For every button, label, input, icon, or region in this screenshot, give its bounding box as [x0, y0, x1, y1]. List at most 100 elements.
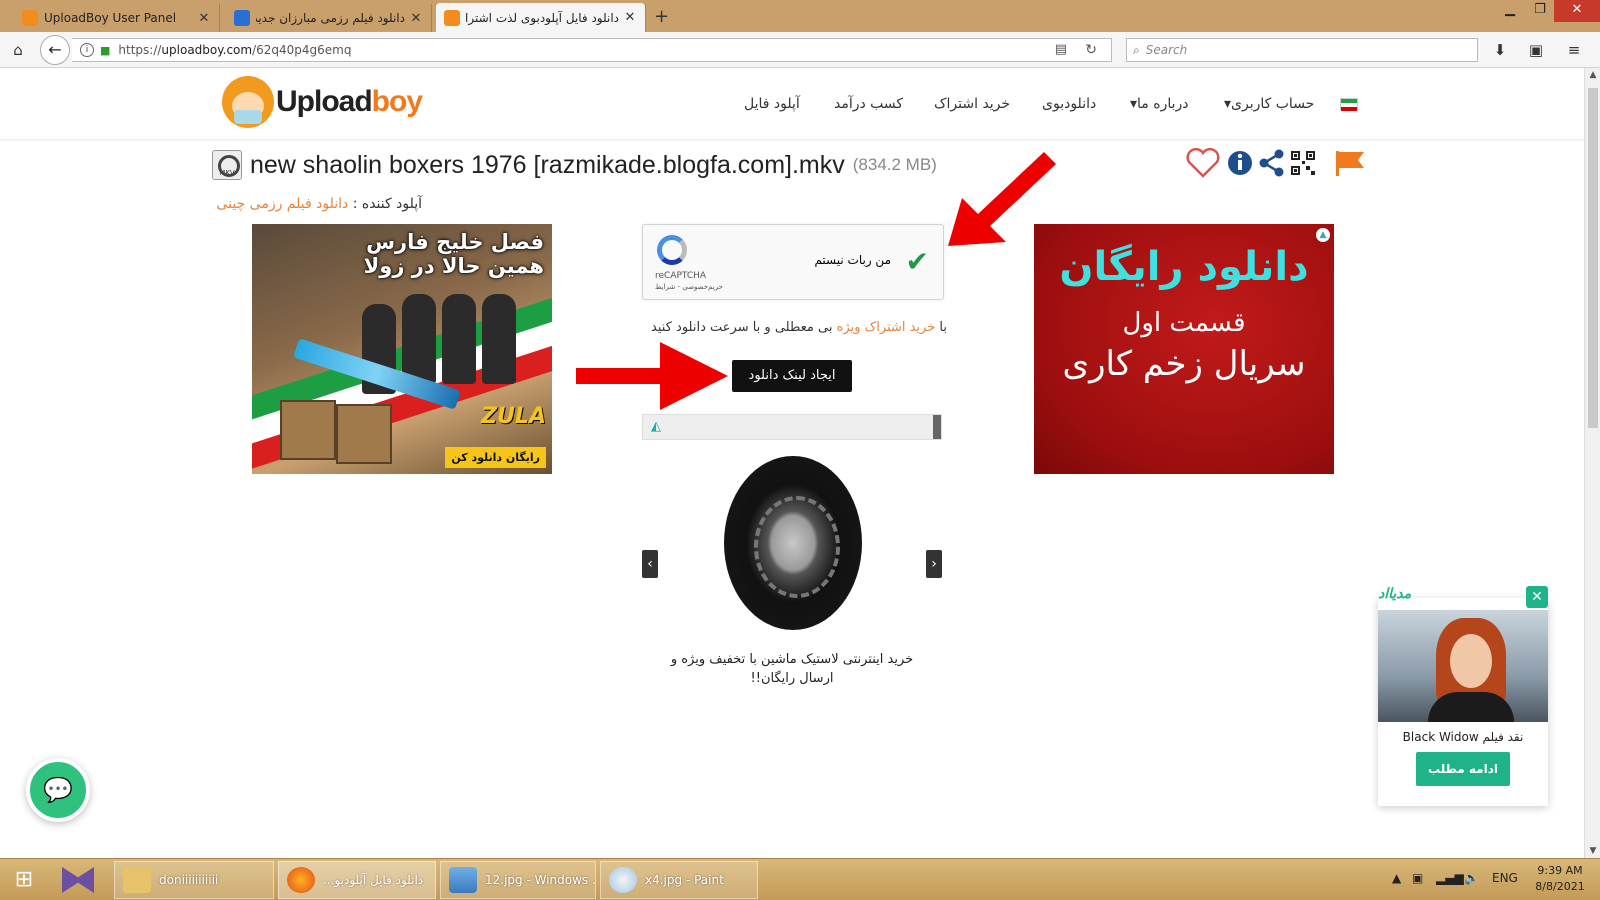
reader-view-icon[interactable]: ▤ [1055, 42, 1067, 57]
ad-banner-strip[interactable]: ◭ [642, 414, 942, 440]
menu-upload-file[interactable]: آپلود فایل [744, 96, 800, 112]
share-icon [1259, 149, 1284, 177]
tab-label: UploadBoy User Panel [44, 11, 177, 25]
zula-game-ad[interactable]: فصل خلیج فارس همین حالا در زولا ZULA رای… [252, 224, 552, 474]
tab-download-page[interactable]: دانلود فایل آپلودبوی لذت اشترا ✕ [436, 3, 646, 32]
uploadboy-favicon-icon [444, 9, 460, 26]
close-tab-icon[interactable]: ✕ [409, 11, 423, 26]
action-center-icon[interactable]: ▣ [1412, 871, 1423, 885]
taskbar-item-paint[interactable]: x4.jpg - Paint [600, 861, 758, 899]
qr-code-icon [1291, 151, 1315, 175]
url-text: https://uploadboy.com/62q40p4g6emq [118, 43, 352, 57]
search-input[interactable]: ⌕ Search [1126, 38, 1478, 62]
close-tab-icon[interactable]: ✕ [197, 11, 211, 26]
share-button[interactable] [1258, 148, 1286, 178]
tab-label: دانلود فیلم رزمی مبارزان جدید [256, 11, 405, 25]
uploadboy-favicon-icon [22, 10, 38, 26]
scroll-up-icon[interactable]: ▲ [1585, 70, 1600, 80]
firefox-icon [287, 867, 315, 893]
network-icon[interactable]: ▂▄▆ [1436, 871, 1464, 885]
vip-subscription-text: با خرید اشتراک ویژه بی معطلی و با سرعت د… [651, 320, 947, 335]
system-clock[interactable]: 9:39 AM 8/8/2021 [1528, 863, 1592, 895]
site-logo[interactable]: Uploadboy [222, 76, 423, 128]
series-ad[interactable]: ▲ دانلود رایگان قسمت اول سریال زخم کاری [1034, 224, 1334, 474]
tire-ad-carousel: ‹ › خرید اینترنتی لاستیک ماشین با تخفیف … [642, 450, 942, 710]
window-close-button[interactable]: ✕ [1554, 0, 1600, 22]
recaptcha-terms[interactable]: حریم‌خصوصی - شرایط [655, 283, 723, 291]
file-name: new shaolin boxers 1976 [razmikade.blogf… [250, 150, 845, 179]
visual-studio-icon[interactable] [62, 867, 94, 893]
checkmark-icon[interactable]: ✔ [906, 245, 929, 278]
blog-favicon-icon [234, 10, 250, 26]
close-icon[interactable]: ✕ [1526, 586, 1548, 608]
sidebar-icon[interactable]: ▣ [1524, 38, 1548, 62]
menu-user-account[interactable]: ▾حساب کاربری [1224, 96, 1314, 112]
chat-support-button[interactable]: 💬 [26, 758, 90, 822]
mkv-file-icon: MKV [212, 150, 242, 180]
taskbar-item-photo-viewer[interactable]: 12.jpg - Windows ... [440, 861, 596, 899]
mediaad-logo: مدیااد [1378, 586, 1412, 602]
info-icon [1228, 151, 1252, 175]
volume-icon[interactable]: 🔈 [1464, 871, 1479, 885]
address-bar[interactable]: i ■ https://uploadboy.com/62q40p4g6emq ▤… [72, 38, 1112, 62]
menu-earn-money[interactable]: کسب درآمد [834, 96, 903, 112]
ad-cta: رایگان دانلود کن [445, 447, 546, 468]
close-tab-icon[interactable]: ✕ [623, 10, 637, 25]
red-arrow-icon [576, 342, 728, 410]
ad-right-subtitle: قسمت اول [1122, 308, 1246, 338]
uploader-link[interactable]: دانلود فیلم رزمی چینی [216, 196, 348, 212]
site-header: Uploadboy آپلود فایل کسب درآمد خرید اشتر… [0, 68, 1584, 140]
recaptcha-brand: reCAPTCHA [655, 271, 707, 281]
taskbar-item-firefox[interactable]: دانلود فایل آپلودبو... [278, 861, 436, 899]
ad-right-title: سریال زخم کاری [1062, 344, 1306, 384]
chevron-down-icon: ▾ [1130, 96, 1138, 112]
vip-subscription-link[interactable]: خرید اشتراک ویژه [837, 320, 936, 335]
new-tab-button[interactable]: + [654, 6, 669, 27]
windows-start-icon[interactable]: ⊞ [6, 865, 42, 895]
carousel-prev-button[interactable]: ‹ [642, 550, 658, 578]
show-hidden-icons-icon[interactable]: ▲ [1392, 871, 1401, 885]
recaptcha-logo-icon [657, 235, 687, 265]
menu-icon[interactable]: ≡ [1562, 38, 1586, 62]
logo-mascot-icon [222, 76, 274, 128]
popup-ad-image[interactable] [1378, 610, 1548, 722]
carousel-next-button[interactable]: › [926, 550, 942, 578]
adchoices-icon[interactable]: ▲ [1316, 228, 1330, 242]
popup-ad-title[interactable]: نقد فیلم Black Widow [1378, 730, 1548, 744]
info-icon[interactable]: i [80, 43, 94, 57]
back-button[interactable]: ← [40, 35, 70, 65]
recaptcha-widget[interactable]: ✔ من ربات نیستم reCAPTCHA حریم‌خصوصی - ش… [642, 224, 944, 300]
downloads-icon[interactable]: ⬇ [1488, 38, 1512, 62]
read-more-button[interactable]: ادامه مطلب [1416, 752, 1510, 786]
home-icon[interactable]: ⌂ [6, 38, 30, 62]
menu-buy-subscription[interactable]: خرید اشتراک [934, 96, 1010, 112]
menu-about-us[interactable]: ▾درباره ما [1130, 96, 1189, 112]
reload-icon[interactable]: ↻ [1085, 42, 1097, 58]
ad-right-headline: دانلود رایگان [1059, 244, 1309, 290]
favorite-button[interactable] [1186, 148, 1220, 178]
tire-image[interactable] [724, 456, 862, 630]
folder-icon [123, 867, 151, 893]
zula-logo: ZULA [481, 404, 546, 429]
generate-download-link-button[interactable]: ایجاد لینک دانلود [732, 360, 852, 392]
photo-viewer-icon [449, 867, 477, 893]
paint-icon [609, 867, 637, 893]
taskbar-item-folder[interactable]: doniiiiiiiiiii [114, 861, 274, 899]
ad-subheadline: همین حالا در زولا [363, 254, 544, 278]
language-indicator[interactable]: ENG [1492, 871, 1518, 885]
tab-uploadboy-panel[interactable]: UploadBoy User Panel ✕ [14, 4, 220, 32]
scroll-down-icon[interactable]: ▼ [1585, 846, 1600, 856]
adchoices-icon: ◭ [651, 419, 661, 434]
iran-flag-icon[interactable] [1340, 98, 1358, 111]
scroll-thumb[interactable] [1588, 88, 1598, 428]
lock-icon[interactable]: ■ [100, 44, 110, 57]
page-scrollbar[interactable]: ▲ ▼ [1584, 68, 1600, 858]
chat-icon: 💬 [43, 776, 73, 804]
info-button[interactable] [1226, 148, 1254, 178]
carousel-caption[interactable]: خرید اینترنتی لاستیک ماشین با تخفیف ویژه… [652, 650, 932, 688]
chevron-down-icon: ▾ [1224, 96, 1232, 112]
report-button[interactable] [1334, 148, 1366, 178]
tab-blog-post[interactable]: دانلود فیلم رزمی مبارزان جدید ✕ [226, 4, 432, 32]
menu-downloadboy[interactable]: دانلودبوی [1042, 96, 1096, 112]
qr-code-button[interactable] [1290, 148, 1316, 178]
